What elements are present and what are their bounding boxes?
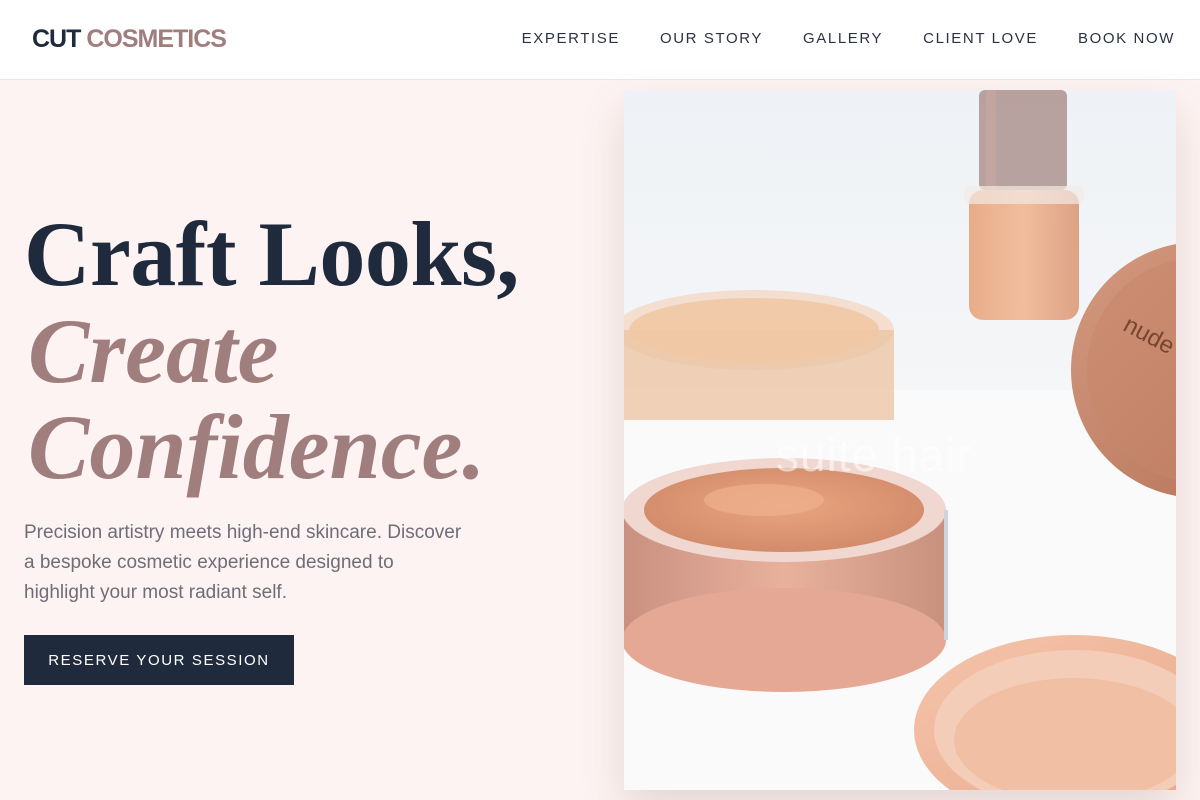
hero-headline: Craft Looks, Create Confidence. xyxy=(24,205,519,495)
brand-word-cosmetics: COSMETICS xyxy=(86,25,227,53)
brand-logo[interactable]: CUT COSMETICS xyxy=(32,24,227,54)
brand-word-cut: CUT xyxy=(32,25,81,53)
hero-product-image: nude suite hair xyxy=(624,90,1176,790)
image-watermark: suite hair xyxy=(776,429,973,481)
nav-link-expertise[interactable]: EXPERTISE xyxy=(522,30,620,48)
nav-link-client-love[interactable]: CLIENT LOVE xyxy=(923,30,1038,48)
hero-description: Precision artistry meets high-end skinca… xyxy=(24,522,462,603)
headline-line-3: Confidence. xyxy=(28,396,486,498)
nav-link-gallery[interactable]: GALLERY xyxy=(803,30,883,48)
nav-link-our-story[interactable]: OUR STORY xyxy=(660,30,763,48)
reserve-session-button[interactable]: RESERVE YOUR SESSION xyxy=(24,635,294,685)
nav-link-book-now[interactable]: BOOK NOW xyxy=(1078,30,1175,48)
headline-line-2: Create xyxy=(28,300,279,402)
main-nav: EXPERTISE OUR STORY GALLERY CLIENT LOVE … xyxy=(522,30,1175,48)
headline-line-1: Craft Looks, xyxy=(24,203,519,305)
site-header: CUT COSMETICS EXPERTISE OUR STORY GALLER… xyxy=(0,0,1200,80)
